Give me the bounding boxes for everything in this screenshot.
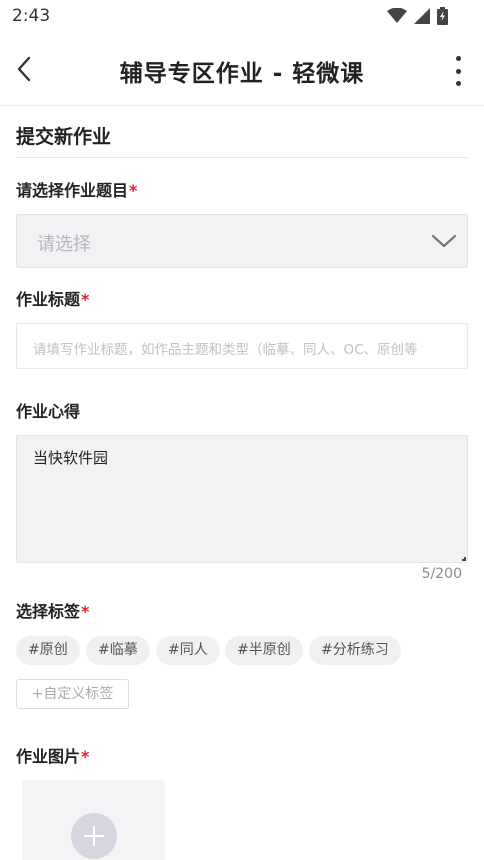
required-mark: * bbox=[129, 181, 138, 200]
tag-chip[interactable]: #半原创 bbox=[225, 636, 303, 665]
notes-label: 作业心得 bbox=[16, 402, 81, 421]
required-mark: * bbox=[81, 747, 90, 766]
status-time: 2:43 bbox=[12, 6, 51, 26]
divider bbox=[16, 157, 468, 158]
resize-grip-icon[interactable] bbox=[462, 557, 466, 561]
status-bar: 2:43 bbox=[0, 0, 484, 32]
signal-icon bbox=[414, 8, 430, 24]
topic-label: 请选择作业题目* bbox=[16, 177, 137, 201]
topic-select[interactable]: 请选择 bbox=[16, 214, 468, 268]
add-image-button[interactable] bbox=[22, 780, 165, 860]
back-button[interactable] bbox=[8, 52, 40, 86]
page-title: 辅导专区作业 - 轻微课 bbox=[119, 61, 365, 87]
images-label: 作业图片* bbox=[16, 743, 89, 767]
add-custom-tag-button[interactable]: +自定义标签 bbox=[16, 679, 129, 709]
more-menu-button[interactable] bbox=[450, 56, 466, 86]
status-icons bbox=[387, 7, 448, 25]
tags-label-text: 选择标签 bbox=[16, 602, 81, 621]
tag-chip[interactable]: #分析练习 bbox=[309, 636, 401, 665]
wifi-icon bbox=[387, 8, 407, 23]
title-input[interactable]: 请填写作业标题，如作品主题和类型（临摹、同人、OC、原创等 bbox=[16, 323, 468, 369]
images-label-text: 作业图片 bbox=[16, 747, 81, 766]
required-mark: * bbox=[81, 290, 90, 309]
notes-textarea[interactable]: 当快软件园 bbox=[16, 435, 468, 563]
notes-value: 当快软件园 bbox=[33, 449, 109, 467]
section-title: 提交新作业 bbox=[16, 126, 112, 148]
battery-icon bbox=[437, 7, 448, 25]
plus-icon bbox=[71, 813, 117, 859]
more-vert-icon-dot bbox=[455, 68, 461, 74]
required-mark: * bbox=[81, 602, 90, 621]
app-bar: 辅导专区作业 - 轻微课 bbox=[0, 32, 484, 106]
topic-label-text: 请选择作业题目 bbox=[16, 181, 129, 200]
tag-chip[interactable]: #临摹 bbox=[86, 636, 150, 665]
tag-chip[interactable]: #同人 bbox=[156, 636, 220, 665]
tags-label: 选择标签* bbox=[16, 598, 89, 622]
topic-select-placeholder: 请选择 bbox=[37, 234, 91, 255]
chevron-down-icon bbox=[431, 234, 457, 248]
title-label-text: 作业标题 bbox=[16, 290, 81, 309]
more-vert-icon-dot bbox=[455, 81, 461, 86]
tag-chip[interactable]: #原创 bbox=[16, 636, 80, 665]
more-vert-icon bbox=[455, 56, 461, 61]
title-input-placeholder: 请填写作业标题，如作品主题和类型（临摹、同人、OC、原创等 bbox=[33, 342, 418, 358]
title-label: 作业标题* bbox=[16, 286, 89, 310]
chevron-left-icon bbox=[17, 56, 31, 82]
char-counter: 5/200 bbox=[421, 566, 462, 582]
